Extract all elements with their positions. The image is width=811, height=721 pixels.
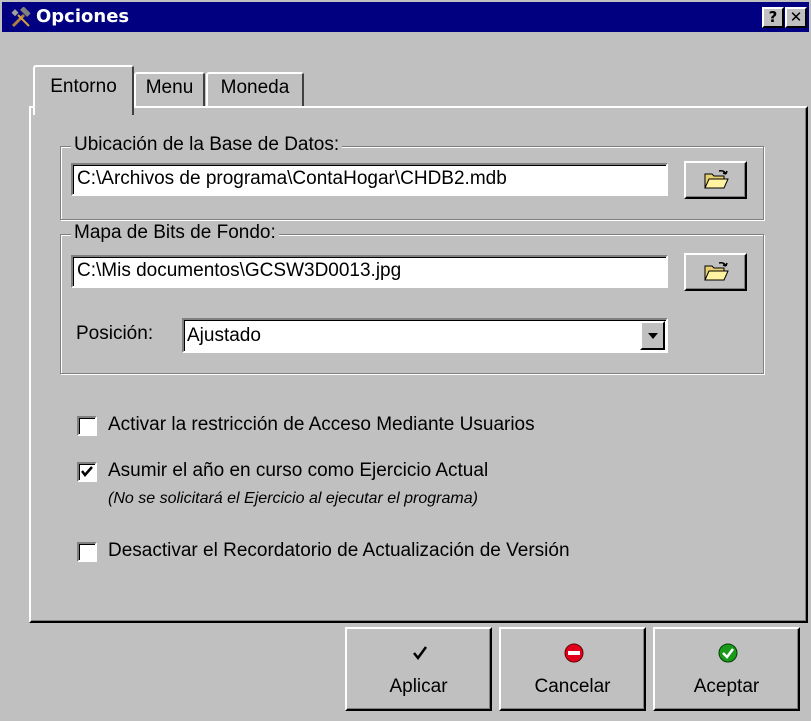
database-legend: Ubicación de la Base de Datos: [71,134,343,156]
title-bar[interactable]: Opciones ? ✕ [2,2,809,32]
dropdown-button[interactable] [640,321,665,350]
position-select[interactable]: Ajustado [182,318,668,353]
database-path-field[interactable]: C:\Archivos de programa\ContaHogar\CHDB2… [71,163,668,196]
apply-label: Aplicar [389,676,448,697]
tab-entorno[interactable]: Entorno [33,65,134,115]
restrict-access-checkbox[interactable] [77,416,97,436]
open-folder-icon [704,262,729,281]
open-folder-icon [704,170,729,189]
window-title: Opciones [36,6,130,27]
cancel-label: Cancelar [534,676,611,697]
help-button[interactable]: ? [762,7,784,28]
tab-menu[interactable]: Menu [134,72,205,106]
accept-label: Aceptar [693,676,760,697]
chevron-down-icon [648,333,658,339]
close-button[interactable]: ✕ [785,7,807,28]
disable-update-reminder-checkbox[interactable] [77,542,97,562]
green-check-icon [718,643,738,663]
stop-icon [564,643,584,663]
restrict-access-label[interactable]: Activar la restricción de Acceso Mediant… [108,413,535,437]
position-value: Ajustado [187,325,261,346]
current-year-label[interactable]: Asumir el año en curso como Ejercicio Ac… [108,459,488,483]
accept-button[interactable]: Aceptar [653,627,800,711]
checkmark-icon [413,646,428,661]
bitmap-legend: Mapa de Bits de Fondo: [71,222,279,244]
tab-moneda[interactable]: Moneda [206,72,304,106]
hammer-icon [10,6,32,29]
disable-update-reminder-label[interactable]: Desactivar el Recordatorio de Actualizac… [108,539,570,563]
checkmark-icon [81,466,93,477]
cancel-button[interactable]: Cancelar [499,627,646,711]
apply-button[interactable]: Aplicar [345,627,492,711]
current-year-checkbox[interactable] [77,462,97,482]
bitmap-path-field[interactable]: C:\Mis documentos\GCSW3D0013.jpg [71,255,668,288]
browse-bitmap-button[interactable] [684,253,747,291]
current-year-note: (No se solicitará el Ejercicio al ejecut… [108,490,478,507]
position-label: Posición: [76,323,154,344]
browse-database-button[interactable] [684,161,747,199]
